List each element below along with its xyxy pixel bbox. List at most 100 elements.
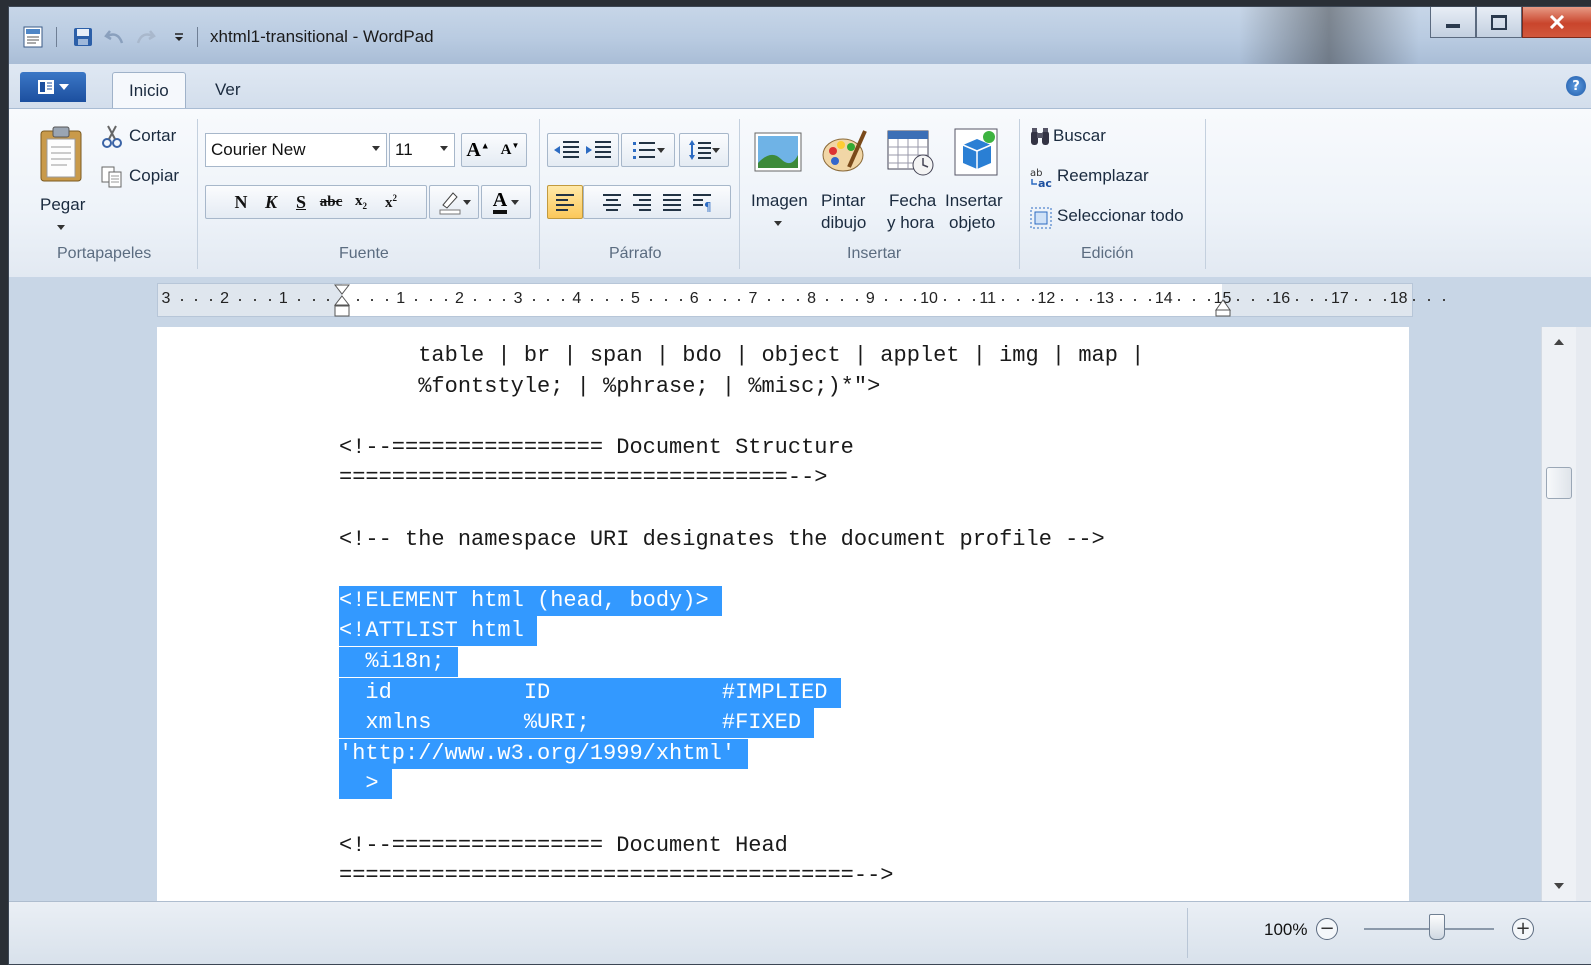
subscript-icon[interactable]: x2 [346,193,376,211]
indent-marker-icon[interactable] [334,284,350,318]
cut-button[interactable]: Cortar [99,123,189,153]
ruler-tick [884,299,887,301]
insert-object-button[interactable]: Insertar objeto [943,123,1013,235]
ruler-tick [1017,299,1020,301]
ruler-tick [1075,299,1078,301]
customize-quick-access-icon[interactable] [167,25,191,49]
list-button[interactable] [621,133,675,167]
ruler-tick [180,299,183,301]
chevron-down-icon [511,199,520,205]
superscript-icon[interactable]: x2 [376,193,406,212]
ruler-tick [1295,299,1298,301]
font-family-select[interactable]: Courier New [205,133,387,167]
wordpad-app-icon[interactable] [21,25,45,49]
tab-inicio[interactable]: Inicio [112,72,186,109]
ruler-tick [1251,299,1254,301]
copy-button[interactable]: Copiar [99,163,189,193]
vertical-scrollbar[interactable] [1541,327,1576,901]
selected-text-line: %i18n; [339,647,458,677]
insert-image-button[interactable]: Imagen [747,123,809,235]
redo-icon[interactable] [133,25,157,49]
maximize-icon [1491,14,1507,30]
ruler-number: 18 [1389,290,1408,307]
increase-indent-icon[interactable] [583,139,615,161]
ruler-tick [855,299,858,301]
minimize-button[interactable] [1430,7,1476,38]
ruler-tick [708,299,711,301]
ruler-tick [1310,299,1313,301]
document-line: <!--================ Document Structure [339,434,854,460]
ruler-tick [547,299,550,301]
tab-label: Ver [215,80,241,99]
title-glare [1239,7,1419,64]
application-menu-button[interactable] [20,72,86,102]
document-line: %fontstyle; | %phrase; | %misc;)*"> [339,373,881,399]
right-indent-marker-icon[interactable] [1215,298,1231,318]
document-page[interactable]: table | br | span | bdo | object | apple… [157,327,1409,901]
undo-icon[interactable] [103,25,127,49]
ruler-number: 3 [161,290,171,307]
zoom-out-button[interactable]: − [1316,918,1338,940]
chevron-down-icon [440,146,448,151]
group-separator [1205,119,1206,269]
ruler-tick [1383,299,1386,301]
close-icon [1549,15,1565,29]
save-icon[interactable] [71,25,95,49]
select-all-button[interactable]: Seleccionar todo [1027,203,1207,233]
italic-button[interactable]: K [256,192,286,213]
scroll-down-icon[interactable] [1554,883,1564,889]
font-size-select[interactable]: 11 [389,133,455,167]
find-button[interactable]: Buscar [1027,123,1157,153]
justify-icon[interactable] [657,192,687,212]
highlighter-icon [439,192,461,215]
selected-text-line: <!ELEMENT html (head, body)> [339,585,722,616]
scrollbar-thumb[interactable] [1546,467,1572,499]
ruler-number: 4 [572,290,582,307]
align-right-icon[interactable] [627,192,657,212]
replace-label: Reemplazar [1057,166,1149,185]
ruler-tick [723,299,726,301]
font-style-buttons: N K S abc x2 x2 [205,185,427,219]
ruler-tick [415,299,418,301]
font-family-value: Courier New [211,140,306,159]
help-icon[interactable]: ? [1566,76,1586,96]
chevron-down-icon [372,146,380,151]
cut-label: Cortar [129,126,177,145]
paragraph-settings-icon[interactable]: ¶ [687,192,717,212]
tab-ver[interactable]: Ver [199,72,257,108]
calendar-clock-icon [887,130,934,176]
ruler[interactable]: 3 2 1 1 2 3 4 5 6 7 8 9 10 11 12 13 14 15 16 17 18 [157,283,1445,318]
ruler-number: 1 [396,290,406,307]
paste-button[interactable]: Pegar [35,121,89,233]
title-bar: xhtml1-transitional - WordPad [9,7,1591,64]
document-line: =======================================-… [339,863,894,889]
grow-font-icon[interactable]: A▲ [462,139,494,162]
shrink-font-icon[interactable]: A▼ [494,141,526,159]
ruler-tick [1325,299,1328,301]
strikethrough-icon[interactable]: abc [316,194,346,211]
document-line: table | br | span | bdo | object | apple… [339,343,1145,368]
bold-button[interactable]: N [226,192,256,213]
underline-button[interactable]: S [286,192,316,213]
decrease-indent-icon[interactable] [551,139,583,161]
replace-button[interactable]: ab ac Reemplazar [1027,163,1177,193]
document-area: table | br | span | bdo | object | apple… [9,327,1541,901]
paint-drawing-button[interactable]: Pintar dibujo [813,123,875,235]
line-spacing-button[interactable] [679,133,729,167]
font-size-value: 11 [395,140,413,159]
date-time-button[interactable]: Fecha y hora [879,123,941,235]
close-button[interactable] [1522,7,1591,38]
highlight-color-button[interactable] [429,185,479,219]
selected-text-line: > [339,769,392,800]
font-color-button[interactable]: A [481,185,531,219]
align-center-icon[interactable] [597,192,627,212]
align-left-button[interactable] [547,185,583,219]
maximize-button[interactable] [1476,7,1522,38]
group-separator [739,119,740,269]
ruler-number: 2 [220,290,230,307]
zoom-in-button[interactable]: + [1512,918,1534,940]
ruler-tick [840,299,843,301]
scroll-up-icon[interactable] [1554,339,1564,345]
zoom-slider-thumb[interactable] [1428,914,1445,940]
ruler-tick [1178,299,1181,301]
